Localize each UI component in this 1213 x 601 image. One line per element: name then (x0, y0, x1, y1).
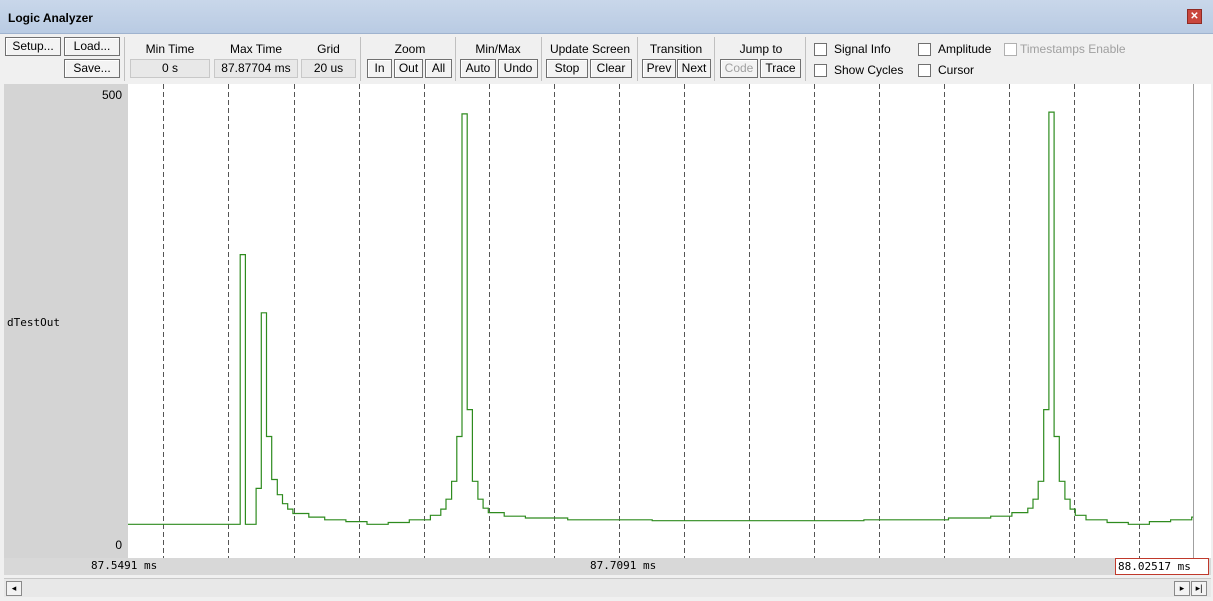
signal-info-checkbox[interactable] (814, 43, 827, 56)
transition-label: Transition (649, 42, 703, 56)
time-end-label: 88.02517 ms (1115, 558, 1209, 575)
timestamps-enable-label: Timestamps Enable (1020, 42, 1126, 56)
zoom-out-button[interactable]: Out (394, 59, 423, 78)
time-start-label: 87.5491 ms (91, 559, 158, 572)
max-time-label: Max Time (229, 42, 282, 56)
scroll-left-icon[interactable]: ◂ (6, 581, 22, 596)
close-icon[interactable]: ✕ (1187, 9, 1202, 24)
amplitude-checkbox[interactable] (918, 43, 931, 56)
cursor-checkbox[interactable] (918, 64, 931, 77)
time-axis-bar: 87.5491 ms 87.7091 ms 88.02517 ms (4, 558, 1211, 575)
next-button[interactable]: Next (677, 59, 711, 78)
divider (455, 37, 456, 81)
divider (124, 37, 125, 81)
signal-name[interactable]: dTestOut (7, 316, 60, 329)
zoom-all-button[interactable]: All (425, 59, 452, 78)
update-screen-label: Update Screen (549, 42, 631, 56)
prev-button[interactable]: Prev (642, 59, 676, 78)
waveform-svg (128, 84, 1193, 558)
min-time-label: Min Time (145, 42, 195, 56)
grid-value: 20 us (301, 59, 356, 78)
zoom-in-button[interactable]: In (367, 59, 392, 78)
zoom-label: Zoom (394, 42, 426, 56)
y-axis-min-label: 0 (115, 538, 122, 552)
clear-button[interactable]: Clear (590, 59, 632, 78)
signal-info-label: Signal Info (834, 42, 891, 56)
time-center-label: 87.7091 ms (590, 559, 657, 572)
code-button[interactable]: Code (720, 59, 758, 78)
divider (714, 37, 715, 81)
horizontal-scrollbar[interactable]: ◂ ▸ ▸| (4, 578, 1211, 597)
y-axis-max-label: 500 (101, 88, 122, 102)
scroll-end-icon[interactable]: ▸| (1191, 581, 1207, 596)
plot-right-margin (1193, 84, 1211, 558)
trace-button[interactable]: Trace (760, 59, 801, 78)
window-titlebar: Logic Analyzer ✕ (0, 0, 1213, 34)
save-button[interactable]: Save... (64, 59, 120, 78)
cursor-label: Cursor (938, 63, 975, 77)
show-cycles-label: Show Cycles (834, 63, 904, 77)
minmax-label: Min/Max (475, 42, 521, 56)
signal-panel: 500 dTestOut 0 (4, 84, 128, 558)
timestamps-enable-checkbox[interactable] (1004, 43, 1017, 56)
stop-button[interactable]: Stop (546, 59, 588, 78)
jump-to-label: Jump to (739, 42, 783, 56)
max-time-value: 87.87704 ms (214, 59, 298, 78)
scroll-right-icon[interactable]: ▸ (1174, 581, 1190, 596)
divider (360, 37, 361, 81)
divider (541, 37, 542, 81)
divider (637, 37, 638, 81)
amplitude-label: Amplitude (938, 42, 992, 56)
grid-label: Grid (317, 42, 340, 56)
load-button[interactable]: Load... (64, 37, 120, 56)
waveform-plot[interactable] (128, 84, 1193, 558)
show-cycles-checkbox[interactable] (814, 64, 827, 77)
divider (805, 37, 806, 81)
auto-button[interactable]: Auto (460, 59, 496, 78)
signal-trace (128, 111, 1193, 525)
undo-button[interactable]: Undo (498, 59, 538, 78)
window-title: Logic Analyzer (8, 11, 93, 25)
toolbar: Setup... Load... Save... Min Time 0 s Ma… (0, 35, 1213, 83)
min-time-value: 0 s (130, 59, 210, 78)
setup-button[interactable]: Setup... (5, 37, 61, 56)
